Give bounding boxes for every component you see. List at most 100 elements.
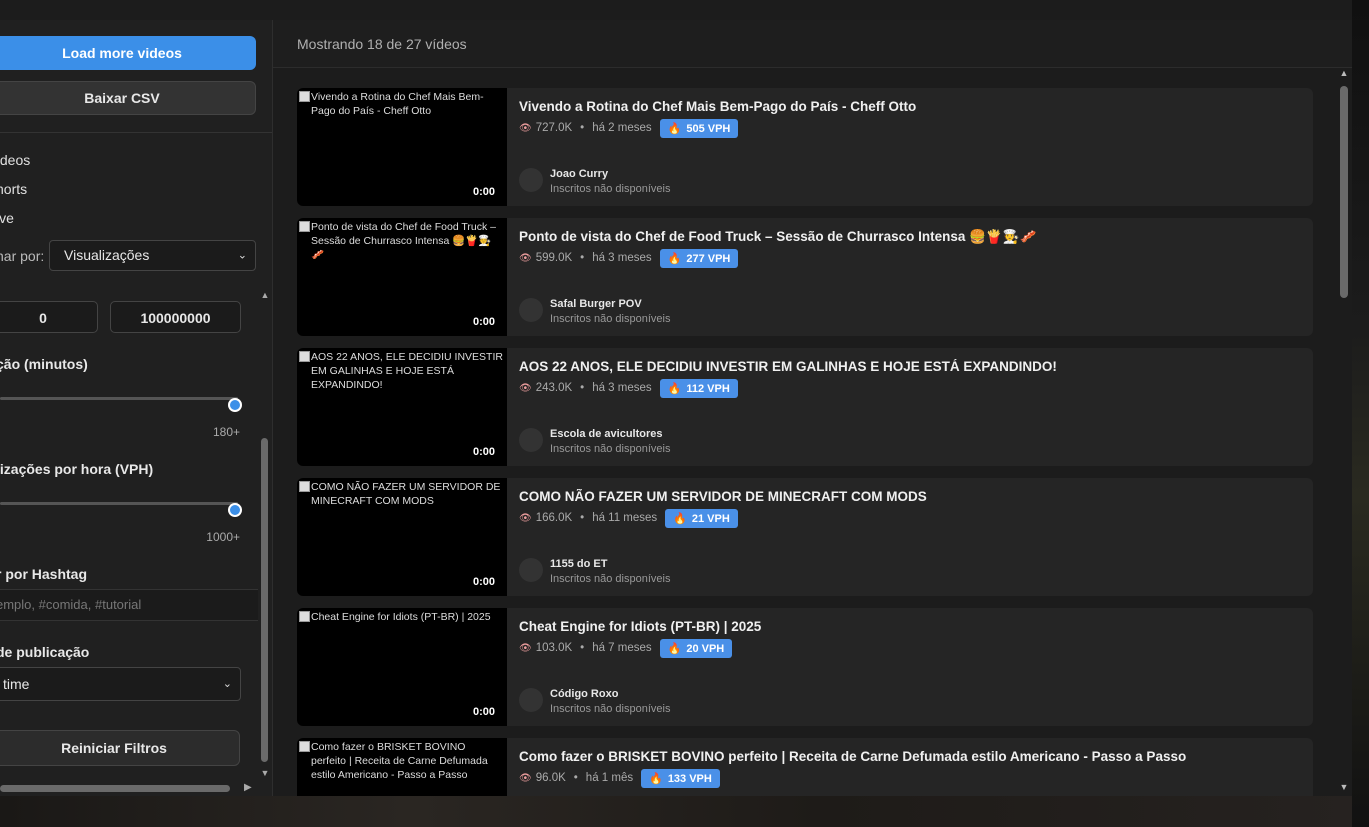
scrollbar-thumb[interactable]: [0, 785, 230, 792]
channel-avatar[interactable]: [519, 298, 543, 322]
scroll-down-icon[interactable]: ▼: [1338, 782, 1350, 792]
view-count: 599.0K: [535, 252, 573, 264]
video-title[interactable]: COMO NÃO FAZER UM SERVIDOR DE MINECRAFT …: [519, 489, 1299, 504]
video-age: há 2 meses: [592, 122, 652, 134]
video-meta: 👁 727.0K • há 2 meses 🔥 505 VPH: [519, 118, 739, 138]
pubdate-select[interactable]: time ⌄: [0, 667, 241, 701]
vph-filter-title: lizações por hora (VPH): [0, 461, 154, 477]
channel-avatar[interactable]: [519, 428, 543, 452]
vph-value: 505 VPH: [686, 122, 731, 135]
fire-icon: 🔥: [673, 512, 687, 525]
video-thumbnail[interactable]: Como fazer o BRISKET BOVINO perfeito | R…: [297, 738, 507, 796]
subscriber-count: Inscritos não disponíveis: [550, 313, 671, 325]
separator-dot: •: [580, 122, 585, 134]
separator-dot: •: [580, 382, 585, 394]
sort-label: nar por:: [0, 248, 45, 264]
video-meta: 👁 166.0K • há 11 meses 🔥 21 VPH: [519, 508, 738, 528]
channel-name[interactable]: Código Roxo: [550, 688, 618, 700]
video-age: há 11 meses: [592, 512, 658, 524]
video-duration: 0:00: [472, 446, 495, 458]
video-title[interactable]: Vivendo a Rotina do Chef Mais Bem-Pago d…: [519, 99, 1299, 114]
video-thumbnail[interactable]: Cheat Engine for Idiots (PT-BR) | 2025 0:…: [297, 608, 507, 726]
video-title[interactable]: Como fazer o BRISKET BOVINO perfeito | R…: [519, 749, 1299, 764]
video-card[interactable]: COMO NÃO FAZER UM SERVIDOR DE MINECRAFT …: [297, 478, 1313, 596]
video-card[interactable]: Ponto de vista do Chef de Food Truck – S…: [297, 218, 1313, 336]
pubdate-filter-title: de publicação: [0, 644, 90, 660]
vph-badge: 🔥 505 VPH: [659, 118, 739, 138]
broken-image-icon: [299, 91, 310, 102]
view-count: 727.0K: [535, 122, 573, 134]
download-csv-button[interactable]: Baixar CSV: [0, 81, 256, 115]
results-vertical-scrollbar[interactable]: ▲ ▼: [1338, 68, 1350, 796]
video-card[interactable]: AOS 22 ANOS, ELE DECIDIU INVESTIR EM GAL…: [297, 348, 1313, 466]
video-thumbnail[interactable]: Ponto de vista do Chef de Food Truck – S…: [297, 218, 507, 336]
scroll-right-icon[interactable]: ▶: [244, 782, 252, 793]
video-title[interactable]: Ponto de vista do Chef de Food Truck – S…: [519, 229, 1299, 245]
vph-slider-track[interactable]: [0, 502, 238, 505]
vph-max-label: 1000+: [206, 530, 240, 544]
type-option-shorts[interactable]: horts: [0, 181, 27, 197]
filter-sidebar: Load more videos Baixar CSV ídeos horts …: [0, 20, 273, 796]
channel-avatar[interactable]: [519, 168, 543, 192]
scrollbar-thumb[interactable]: [1340, 86, 1348, 298]
video-duration: 0:00: [472, 186, 495, 198]
video-meta: 👁 96.0K • há 1 mês 🔥 133 VPH: [519, 768, 720, 788]
video-title[interactable]: Cheat Engine for Idiots (PT-BR) | 2025: [519, 619, 1299, 634]
scroll-down-icon[interactable]: ▼: [259, 768, 271, 778]
channel-name[interactable]: Joao Curry: [550, 168, 608, 180]
reset-filters-button[interactable]: Reiniciar Filtros: [0, 730, 240, 766]
hashtag-input[interactable]: emplo, #comida, #tutorial: [0, 589, 258, 621]
load-more-button[interactable]: Load more videos: [0, 36, 256, 70]
video-duration: 0:00: [472, 316, 495, 328]
subscriber-count: Inscritos não disponíveis: [550, 443, 671, 455]
duration-slider-handle[interactable]: [228, 398, 242, 412]
vph-value: 277 VPH: [686, 252, 731, 265]
eye-icon: 👁: [519, 512, 532, 524]
fire-icon: 🔥: [667, 122, 682, 135]
sidebar-vertical-scrollbar[interactable]: ▲ ▼: [259, 290, 271, 780]
thumbnail-alt-label: Como fazer o BRISKET BOVINO perfeito | R…: [311, 741, 488, 781]
sort-select[interactable]: Visualizações ⌄: [49, 240, 256, 271]
sort-select-value: Visualizações: [64, 247, 150, 263]
video-card[interactable]: Cheat Engine for Idiots (PT-BR) | 2025 0:…: [297, 608, 1313, 726]
video-title[interactable]: AOS 22 ANOS, ELE DECIDIU INVESTIR EM GAL…: [519, 359, 1299, 374]
scrollbar-thumb[interactable]: [261, 438, 268, 762]
separator-dot: •: [580, 512, 585, 524]
scroll-up-icon[interactable]: ▲: [259, 290, 271, 300]
video-thumbnail[interactable]: AOS 22 ANOS, ELE DECIDIU INVESTIR EM GAL…: [297, 348, 507, 466]
hashtag-filter-title: r por Hashtag: [0, 566, 88, 582]
video-age: há 1 mês: [585, 772, 634, 784]
video-thumbnail[interactable]: Vivendo a Rotina do Chef Mais Bem-Pago d…: [297, 88, 507, 206]
channel-avatar[interactable]: [519, 558, 543, 582]
eye-icon: 👁: [519, 252, 532, 264]
video-age: há 3 meses: [592, 382, 652, 394]
channel-name[interactable]: Escola de avicultores: [550, 428, 663, 440]
fire-icon: 🔥: [667, 252, 682, 265]
video-card[interactable]: Como fazer o BRISKET BOVINO perfeito | R…: [297, 738, 1313, 796]
vph-slider-handle[interactable]: [228, 503, 242, 517]
video-duration: 0:00: [472, 706, 495, 718]
fire-icon: 🔥: [667, 642, 682, 655]
thumbnail-alt-label: Vivendo a Rotina do Chef Mais Bem-Pago d…: [311, 91, 484, 117]
view-count: 103.0K: [535, 642, 573, 654]
sidebar-horizontal-scrollbar[interactable]: ▶: [0, 782, 258, 794]
video-thumbnail[interactable]: COMO NÃO FAZER UM SERVIDOR DE MINECRAFT …: [297, 478, 507, 596]
channel-avatar[interactable]: [519, 688, 543, 712]
divider: [0, 132, 272, 133]
range-max-input[interactable]: 100000000: [110, 301, 241, 333]
broken-image-icon: [299, 741, 310, 752]
vph-value: 21 VPH: [691, 512, 730, 525]
video-meta: 👁 599.0K • há 3 meses 🔥 277 VPH: [519, 248, 739, 268]
channel-name[interactable]: 1155 do ET: [550, 558, 607, 570]
separator-dot: •: [573, 772, 578, 784]
channel-name[interactable]: Safal Burger POV: [550, 298, 642, 310]
video-duration: 0:00: [472, 576, 495, 588]
range-min-input[interactable]: 0: [0, 301, 98, 333]
type-option-videos[interactable]: ídeos: [0, 152, 30, 168]
video-card[interactable]: Vivendo a Rotina do Chef Mais Bem-Pago d…: [297, 88, 1313, 206]
type-option-live[interactable]: ive: [0, 210, 14, 226]
thumbnail-alt-text: AOS 22 ANOS, ELE DECIDIU INVESTIR EM GAL…: [299, 350, 503, 392]
scroll-up-icon[interactable]: ▲: [1338, 68, 1350, 78]
duration-slider-track[interactable]: [0, 397, 238, 400]
fire-icon: 🔥: [649, 772, 663, 785]
